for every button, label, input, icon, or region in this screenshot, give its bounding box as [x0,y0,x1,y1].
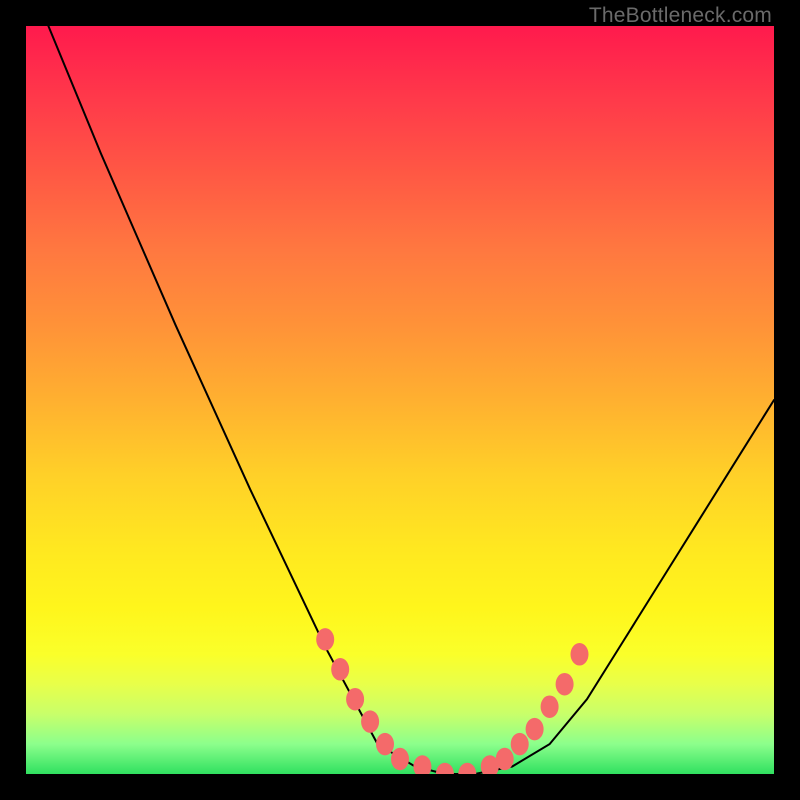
highlight-dot [413,755,431,774]
highlight-dot [556,673,574,696]
chart-frame: TheBottleneck.com [0,0,800,800]
highlight-dot [511,733,529,756]
highlight-dot [331,658,349,681]
plot-area [26,26,774,774]
highlight-dot [316,628,334,651]
chart-svg [26,26,774,774]
highlight-dot [496,748,514,771]
highlight-dots [316,628,588,774]
highlight-dot [391,748,409,771]
highlight-dot [436,763,454,774]
highlight-dot [541,695,559,718]
highlight-dot [571,643,589,666]
bottleneck-curve [48,26,774,774]
highlight-dot [376,733,394,756]
watermark-text: TheBottleneck.com [589,4,772,28]
highlight-dot [361,710,379,733]
highlight-dot [526,718,544,741]
highlight-dot [458,763,476,774]
highlight-dot [346,688,364,711]
